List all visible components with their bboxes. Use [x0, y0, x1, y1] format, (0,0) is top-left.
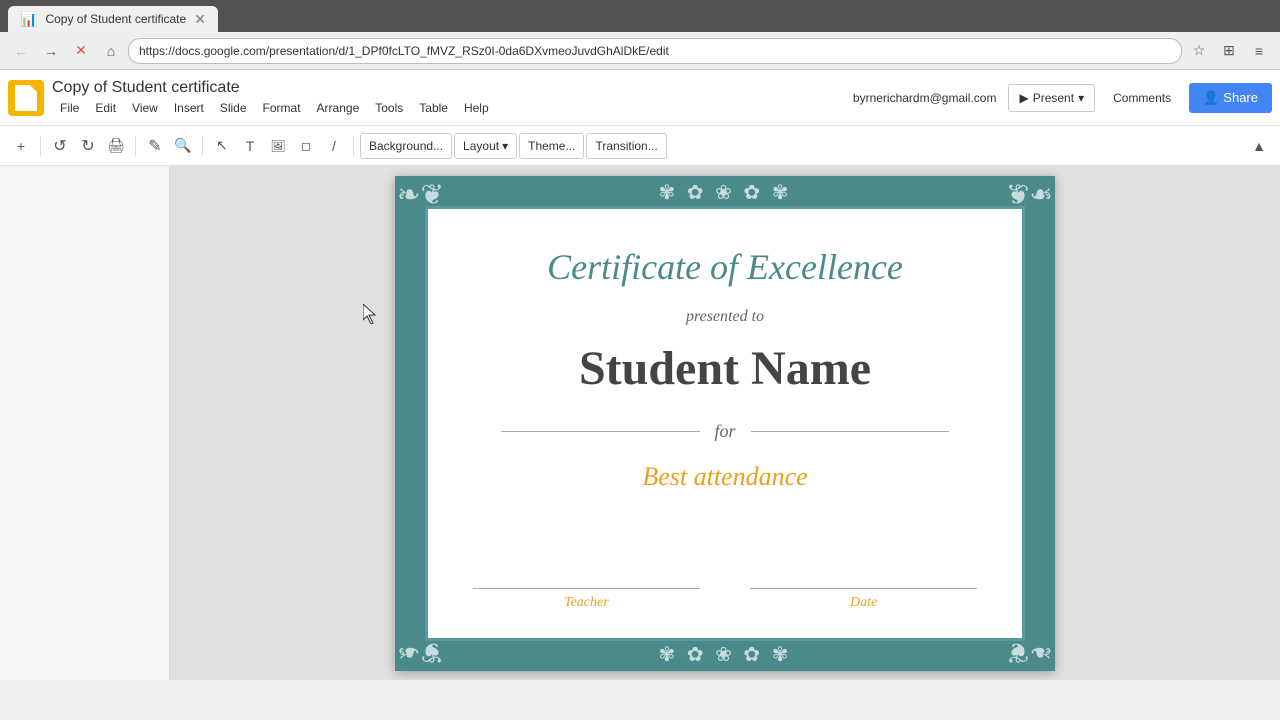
share-label: Share — [1223, 90, 1258, 105]
menu-insert[interactable]: Insert — [166, 99, 212, 117]
canvas-area[interactable]: ❧❦ ❧❦ ❧❦ ❧❦ ✾ ✿ ❀ ✿ ✾ ✾ ✿ ❀ ✿ ✾ ✾ ✿ ✾ ✾ … — [170, 166, 1280, 680]
bookmark-star-button[interactable]: ☆ — [1186, 38, 1212, 64]
text-button[interactable]: T — [237, 133, 263, 159]
image-button[interactable]: 🖼 — [265, 133, 291, 159]
slide-container: ❧❦ ❧❦ ❧❦ ❧❦ ✾ ✿ ❀ ✿ ✾ ✾ ✿ ❀ ✿ ✾ ✾ ✿ ✾ ✾ … — [395, 176, 1055, 671]
document-title[interactable]: Copy of Student certificate — [52, 79, 853, 97]
print-button[interactable]: 🖨 — [103, 133, 129, 159]
for-line: for — [501, 421, 949, 442]
theme-button[interactable]: Theme... — [519, 133, 584, 159]
transition-button[interactable]: Transition... — [586, 133, 666, 159]
cursor-button[interactable]: ↖ — [209, 133, 235, 159]
app-menu: File Edit View Insert Slide Format Arran… — [52, 99, 853, 117]
for-text: for — [715, 421, 736, 442]
menu-view[interactable]: View — [124, 99, 166, 117]
browser-menu-button[interactable]: ≡ — [1246, 38, 1272, 64]
undo-button[interactable]: ↺ — [47, 133, 73, 159]
presented-to-text: presented to — [686, 308, 764, 326]
back-button[interactable]: ← — [8, 38, 34, 64]
menu-slide[interactable]: Slide — [212, 99, 255, 117]
zoom-button[interactable]: 🔍 — [170, 133, 196, 159]
floral-top: ✾ ✿ ❀ ✿ ✾ — [658, 180, 791, 205]
menu-arrange[interactable]: Arrange — [309, 99, 368, 117]
background-button[interactable]: Background... — [360, 133, 452, 159]
menu-table[interactable]: Table — [411, 99, 456, 117]
collapse-button[interactable]: ▲ — [1246, 133, 1272, 159]
transition-label: Transition... — [595, 139, 657, 153]
layout-dropdown-icon: ▾ — [502, 139, 508, 153]
app-header: Copy of Student certificate File Edit Vi… — [0, 70, 1280, 126]
redo-button[interactable]: ↻ — [75, 133, 101, 159]
floral-bottom: ✾ ✿ ❀ ✿ ✾ — [658, 642, 791, 667]
header-right: byrnerichardm@gmail.com ▶ Present ▾ Comm… — [853, 83, 1272, 113]
certificate-title: Certificate of Excellence — [547, 246, 903, 288]
present-label: Present — [1033, 91, 1074, 105]
menu-file[interactable]: File — [52, 99, 87, 117]
shapes-button[interactable]: ◻ — [293, 133, 319, 159]
signature-area: Teacher Date — [473, 588, 977, 621]
date-signature: Date — [750, 588, 977, 611]
menu-tools[interactable]: Tools — [367, 99, 411, 117]
achievement-text: Best attendance — [642, 462, 807, 492]
present-icon: ▶ — [1019, 91, 1028, 105]
forward-button[interactable]: → — [38, 38, 64, 64]
toolbar-sep-2 — [135, 136, 136, 156]
add-slide-button[interactable]: + — [8, 133, 34, 159]
teacher-signature: Teacher — [473, 588, 700, 611]
menu-format[interactable]: Format — [255, 99, 309, 117]
app-title-area: Copy of Student certificate File Edit Vi… — [52, 79, 853, 117]
user-email: byrnerichardm@gmail.com — [853, 91, 997, 105]
home-button[interactable]: ⌂ — [98, 38, 124, 64]
menu-edit[interactable]: Edit — [87, 99, 124, 117]
main-area: ❧❦ ❧❦ ❧❦ ❧❦ ✾ ✿ ❀ ✿ ✾ ✾ ✿ ❀ ✿ ✾ ✾ ✿ ✾ ✾ … — [0, 166, 1280, 680]
address-bar[interactable]: https://docs.google.com/presentation/d/1… — [128, 38, 1182, 64]
share-icon: 👤 — [1203, 90, 1219, 106]
app-logo — [8, 80, 44, 116]
slides-logo-icon — [15, 85, 37, 111]
line-right — [751, 431, 950, 432]
menu-help[interactable]: Help — [456, 99, 497, 117]
toolbar-sep-1 — [40, 136, 41, 156]
toolbar-sep-4 — [353, 136, 354, 156]
date-label: Date — [750, 595, 977, 611]
browser-tab[interactable]: 📊 Copy of Student certificate ✕ — [8, 6, 218, 32]
line-button[interactable]: / — [321, 133, 347, 159]
toolbar-sep-3 — [202, 136, 203, 156]
slide-content: Certificate of Excellence presented to S… — [445, 226, 1005, 621]
date-sig-line — [750, 588, 977, 589]
comments-button[interactable]: Comments — [1103, 85, 1181, 111]
slides-panel — [0, 166, 170, 680]
layout-label: Layout — [463, 139, 499, 153]
extensions-button[interactable]: ⊞ — [1216, 38, 1242, 64]
reload-button[interactable]: ✕ — [68, 38, 94, 64]
present-button[interactable]: ▶ Present ▾ — [1008, 84, 1095, 112]
paint-format-button[interactable]: ✎ — [142, 133, 168, 159]
teacher-sig-line — [473, 588, 700, 589]
teacher-label: Teacher — [473, 595, 700, 611]
tab-title: Copy of Student certificate — [45, 12, 186, 26]
share-button[interactable]: 👤 Share — [1189, 83, 1272, 113]
theme-label: Theme... — [528, 139, 575, 153]
layout-button[interactable]: Layout ▾ — [454, 133, 517, 159]
line-left — [501, 431, 700, 432]
nav-icons: ☆ ⊞ ≡ — [1186, 38, 1272, 64]
url-text: https://docs.google.com/presentation/d/1… — [139, 44, 669, 58]
student-name: Student Name — [579, 341, 871, 396]
nav-bar: ← → ✕ ⌂ https://docs.google.com/presenta… — [0, 32, 1280, 70]
toolbar: + ↺ ↻ 🖨 ✎ 🔍 ↖ T 🖼 ◻ / Background... Layo… — [0, 126, 1280, 166]
present-dropdown-icon: ▾ — [1078, 91, 1084, 105]
background-label: Background... — [369, 139, 443, 153]
browser-tab-bar: 📊 Copy of Student certificate ✕ — [0, 0, 1280, 32]
tab-close-button[interactable]: ✕ — [194, 11, 206, 28]
tab-favicon: 📊 — [20, 11, 37, 28]
